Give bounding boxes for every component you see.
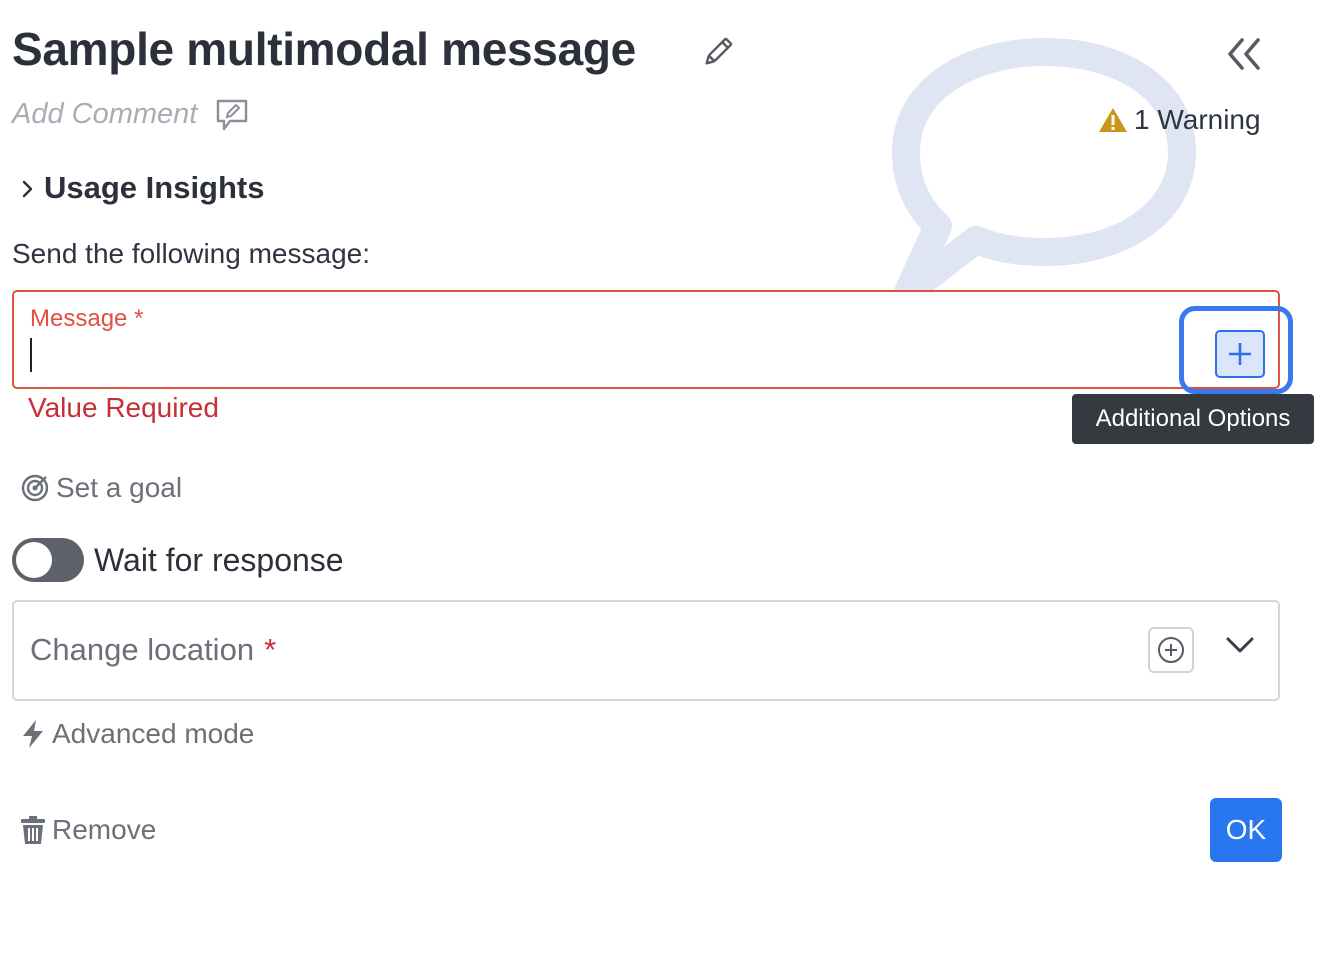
comment-edit-icon[interactable]	[214, 98, 250, 132]
wait-for-response-toggle[interactable]	[12, 538, 84, 582]
set-goal-label: Set a goal	[56, 472, 183, 503]
warning-indicator[interactable]: 1 Warning	[1098, 102, 1261, 138]
trash-icon	[21, 816, 45, 844]
lightning-icon	[23, 720, 43, 748]
warning-text: 1 Warning	[1134, 104, 1261, 135]
remove-label: Remove	[52, 814, 157, 845]
location-add-button[interactable]	[1148, 627, 1194, 673]
usage-insights-label: Usage Insights	[44, 170, 265, 205]
advanced-mode-link[interactable]: Advanced mode	[20, 718, 254, 750]
message-error: Value Required	[28, 392, 219, 423]
wait-for-response-label: Wait for response	[94, 541, 344, 578]
chevron-right-icon	[22, 180, 33, 198]
chevron-down-icon[interactable]	[1222, 630, 1258, 660]
wait-for-response-row: Wait for response	[12, 538, 344, 582]
speech-bubble-icon	[892, 38, 1196, 299]
plus-icon	[1229, 343, 1251, 365]
target-icon	[21, 474, 49, 502]
page-title: Sample multimodal message	[12, 23, 636, 75]
change-location-placeholder: Change location *	[30, 632, 277, 667]
message-field-label: Message *	[30, 305, 144, 332]
add-comment-input[interactable]: Add Comment	[12, 98, 197, 131]
warning-icon	[1099, 108, 1127, 132]
additional-options-button[interactable]	[1215, 330, 1265, 378]
additional-options-tooltip: Additional Options	[1072, 394, 1314, 444]
message-field[interactable]	[12, 290, 1280, 389]
message-instruction: Send the following message:	[12, 238, 370, 269]
text-caret	[30, 338, 32, 372]
pencil-icon[interactable]	[700, 34, 736, 70]
plus-circle-icon	[1158, 637, 1184, 663]
advanced-mode-label: Advanced mode	[52, 718, 255, 749]
set-goal-link[interactable]: Set a goal	[20, 472, 182, 504]
remove-link[interactable]: Remove	[20, 814, 156, 846]
double-chevron-left-icon[interactable]	[1222, 34, 1266, 74]
usage-insights-toggle[interactable]: Usage Insights	[20, 170, 265, 206]
ok-button[interactable]: OK	[1210, 798, 1282, 862]
